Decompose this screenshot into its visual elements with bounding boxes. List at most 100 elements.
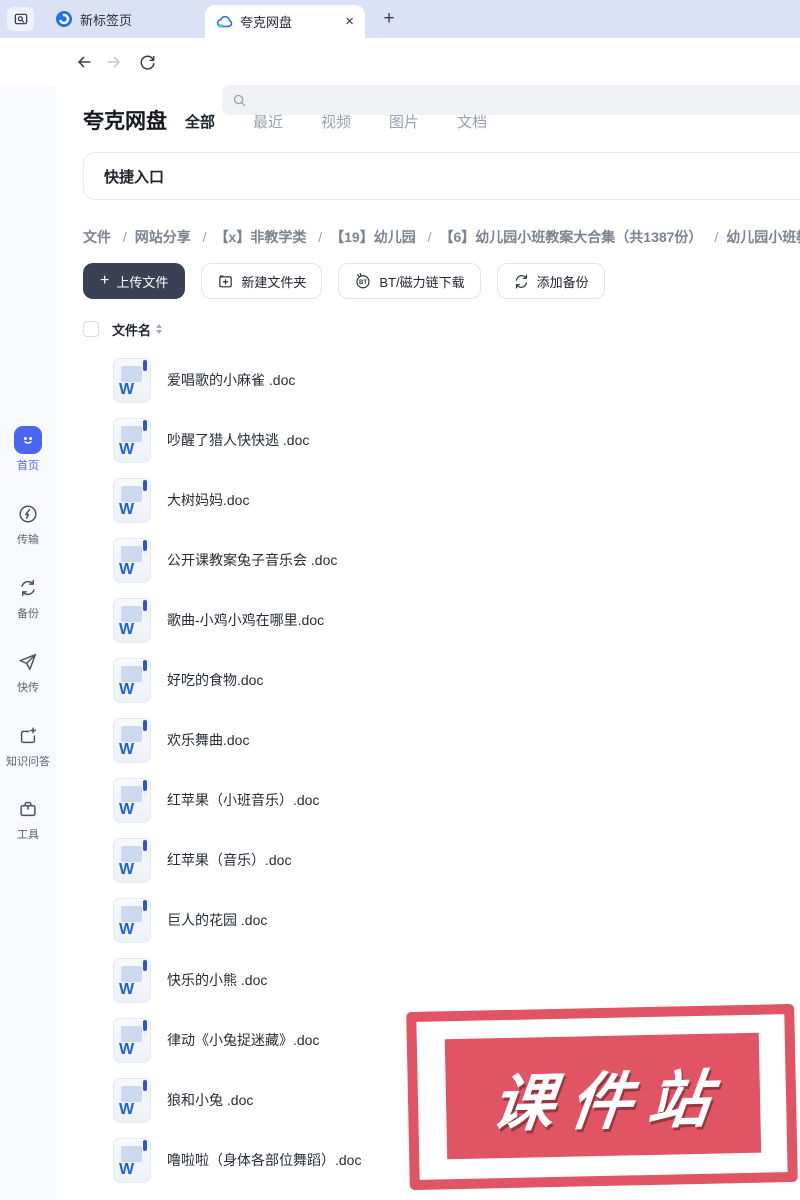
backup-sync-icon (14, 574, 42, 602)
file-row[interactable]: W 爱唱歌的小麻雀 .doc (56, 350, 800, 410)
breadcrumb-separator: / (318, 229, 323, 245)
word-doc-icon: W (113, 477, 151, 523)
upload-file-button[interactable]: + 上传文件 (83, 263, 186, 299)
back-button[interactable] (72, 50, 96, 74)
word-doc-icon: W (113, 717, 151, 763)
browser-tab-quark[interactable]: 夸克网盘 × (205, 5, 365, 38)
file-name[interactable]: 红苹果（小班音乐）.doc (167, 790, 319, 810)
doc-content-band (121, 905, 142, 922)
breadcrumb-item[interactable]: 【6】幼儿园小班教案大合集（共1387份） (440, 229, 703, 245)
file-name[interactable]: 歌曲-小鸡小鸡在哪里.doc (167, 610, 324, 630)
quick-entry-card[interactable]: 快捷入口 (83, 152, 800, 200)
file-name[interactable]: 律动《小兔捉迷藏》.doc (167, 1030, 319, 1050)
back-arrow-icon (78, 56, 91, 68)
file-name[interactable]: 狼和小兔 .doc (167, 1090, 253, 1110)
file-name[interactable]: 红苹果（音乐）.doc (167, 850, 291, 870)
doc-fold-corner (143, 1079, 147, 1091)
add-backup-label: 添加备份 (536, 274, 589, 290)
file-row[interactable]: W 欢乐舞曲.doc (56, 710, 800, 770)
doc-content-band (121, 665, 142, 682)
sort-icon[interactable] (156, 324, 163, 334)
doc-content-band (121, 545, 142, 562)
sidebar-item-label: 工具 (17, 829, 39, 841)
file-row[interactable]: W 律动《小兔捉迷藏》.doc (56, 1010, 800, 1070)
sidebar-item-transfer[interactable]: 传输 (0, 500, 56, 547)
bt-download-icon: BT (354, 272, 372, 290)
doc-content-band (121, 1025, 142, 1042)
content-tab[interactable]: 最近 (253, 111, 283, 132)
doc-content-band (121, 425, 142, 442)
file-name[interactable]: 巨人的花园 .doc (167, 910, 267, 930)
doc-w-letter: W (119, 380, 135, 398)
breadcrumb-item[interactable]: 网站分享 (135, 229, 191, 245)
file-row[interactable]: W 快乐的小熊 .doc (56, 950, 800, 1010)
file-row[interactable]: W 红苹果（音乐）.doc (56, 830, 800, 890)
quark-cloud-icon (216, 14, 233, 30)
doc-w-letter: W (119, 860, 135, 878)
content-tab[interactable]: 视频 (321, 111, 351, 132)
sidebar-item-label: 快传 (17, 682, 39, 694)
word-doc-icon: W (113, 1017, 151, 1063)
file-name[interactable]: 吵醒了猎人快快逃 .doc (167, 430, 309, 450)
forward-button[interactable] (102, 50, 126, 74)
file-name[interactable]: 好吃的食物.doc (167, 670, 263, 690)
breadcrumb-item[interactable]: 文件 (83, 229, 111, 245)
new-folder-button[interactable]: 新建文件夹 (201, 263, 323, 299)
refresh-button[interactable] (135, 50, 159, 74)
doc-w-letter: W (119, 560, 135, 578)
file-name[interactable]: 大树妈妈.doc (167, 490, 249, 510)
file-name[interactable]: 欢乐舞曲.doc (167, 730, 249, 750)
doc-fold-corner (143, 1139, 147, 1151)
doc-fold-corner (143, 719, 147, 731)
breadcrumb-item[interactable]: 【19】幼儿园 (330, 229, 416, 245)
tab-search-button[interactable] (7, 7, 34, 31)
select-all-checkbox[interactable] (83, 321, 99, 337)
word-doc-icon: W (113, 537, 151, 583)
action-bar: + 上传文件 新建文件夹 BT BT/磁力链下载 添加备份 (83, 263, 605, 299)
file-name[interactable]: 公开课教案兔子音乐会 .doc (167, 550, 337, 570)
file-name[interactable]: 噜啦啦（身体各部位舞蹈）.doc (167, 1150, 361, 1170)
file-row[interactable]: W 吵醒了猎人快快逃 .doc (56, 410, 800, 470)
breadcrumb-item[interactable]: 幼儿园小班教案大 (726, 229, 800, 245)
sidebar-item-tools[interactable]: 工具 (0, 795, 56, 842)
doc-fold-corner (143, 779, 147, 791)
backup-refresh-icon (513, 273, 530, 290)
file-row[interactable]: W 狼和小兔 .doc (56, 1070, 800, 1130)
doc-content-band (121, 845, 142, 862)
file-row[interactable]: W 噜啦啦（身体各部位舞蹈）.doc (56, 1130, 800, 1190)
tab-search-icon (13, 11, 29, 27)
content-tab[interactable]: 全部 (185, 111, 215, 132)
file-row[interactable]: W 公开课教案兔子音乐会 .doc (56, 530, 800, 590)
sidebar-item-fast-transfer[interactable]: 快传 (0, 648, 56, 695)
content-tab[interactable]: 图片 (389, 111, 419, 132)
doc-content-band (121, 365, 142, 382)
breadcrumb-item[interactable]: 【x】非教学类 (215, 229, 307, 245)
bt-download-label: BT/磁力链下载 (379, 274, 465, 290)
add-backup-button[interactable]: 添加备份 (496, 263, 605, 299)
address-input[interactable] (255, 92, 800, 108)
tab-close-icon[interactable]: × (345, 14, 354, 29)
doc-w-letter: W (119, 1040, 135, 1058)
tab-label: 新标签页 (80, 12, 133, 28)
breadcrumb-separator: / (427, 229, 432, 245)
file-row[interactable]: W 巨人的花园 .doc (56, 890, 800, 950)
sidebar-item-knowledge-qa[interactable]: 知识问答 (0, 722, 56, 769)
filename-column-header[interactable]: 文件名 (112, 320, 151, 339)
content-tab[interactable]: 文档 (457, 111, 487, 132)
sidebar-item-home[interactable]: 首页 (0, 426, 56, 473)
file-row[interactable]: W 红苹果（小班音乐）.doc (56, 770, 800, 830)
file-row[interactable]: W 歌曲-小鸡小鸡在哪里.doc (56, 590, 800, 650)
bt-magnet-download-button[interactable]: BT BT/磁力链下载 (338, 263, 481, 299)
forward-arrow-icon (107, 56, 120, 68)
new-tab-button[interactable]: + (376, 7, 402, 31)
browser-tab-newtab[interactable]: 新标签页 (56, 0, 186, 38)
doc-fold-corner (143, 599, 147, 611)
file-name[interactable]: 爱唱歌的小麻雀 .doc (167, 370, 295, 390)
doc-content-band (121, 1145, 142, 1162)
file-row[interactable]: W 大树妈妈.doc (56, 470, 800, 530)
file-row[interactable]: W 好吃的食物.doc (56, 650, 800, 710)
toolbox-icon (14, 795, 42, 823)
home-smiley-icon (14, 426, 42, 454)
sidebar-item-backup[interactable]: 备份 (0, 574, 56, 621)
file-name[interactable]: 快乐的小熊 .doc (167, 970, 267, 990)
